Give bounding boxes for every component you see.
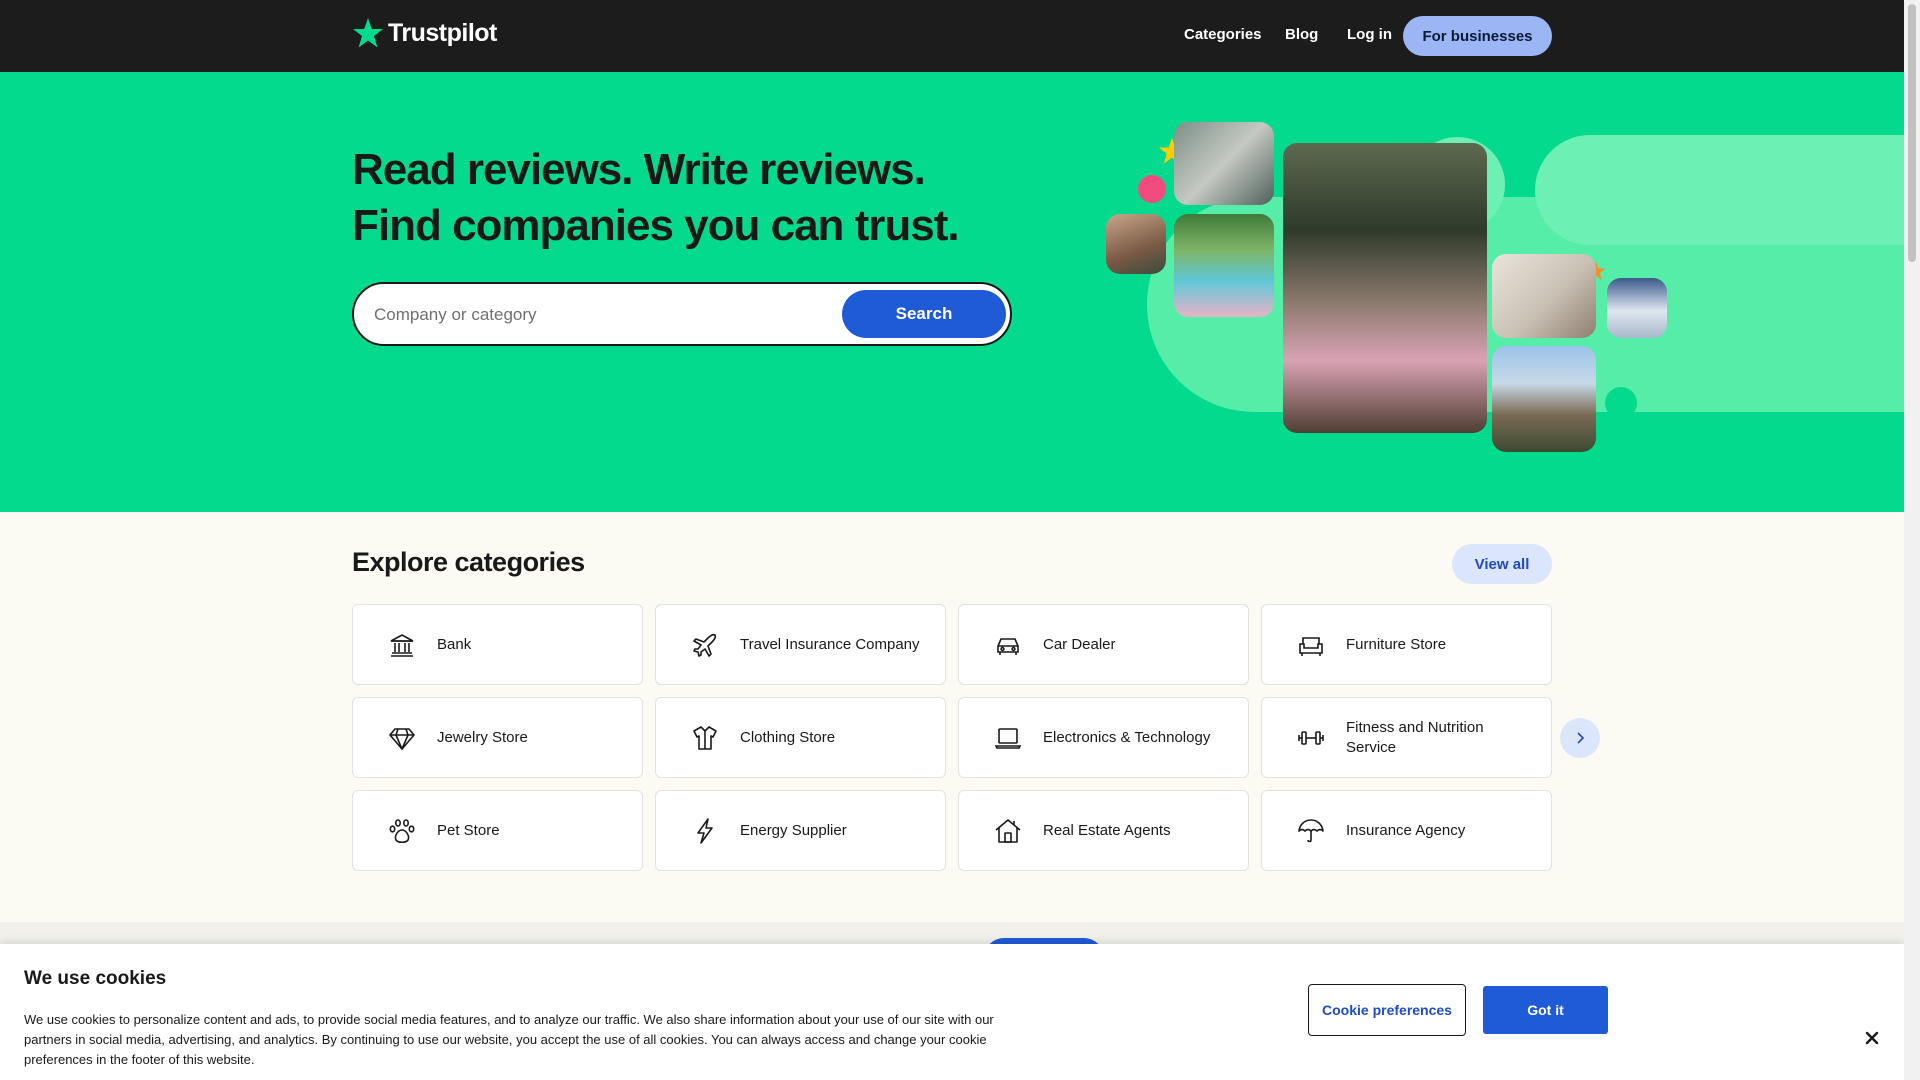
search-input[interactable]: [374, 298, 814, 332]
umbrella-icon: [1296, 816, 1326, 846]
nav-blog-link[interactable]: Blog: [1285, 26, 1318, 43]
nav-login-link[interactable]: Log in: [1347, 26, 1392, 43]
green-dot-decoration: [1605, 387, 1637, 419]
category-card-real-estate[interactable]: Real Estate Agents: [958, 790, 1249, 871]
sofa-icon: [1296, 630, 1326, 660]
star-logo-icon: [353, 18, 383, 48]
nav-categories-link[interactable]: Categories: [1184, 26, 1262, 43]
category-card-pet-store[interactable]: Pet Store: [352, 790, 643, 871]
category-label: Pet Store: [437, 821, 500, 839]
photo-selfie: [1492, 346, 1596, 452]
category-card-travel-insurance[interactable]: Travel Insurance Company: [655, 604, 946, 685]
categories-next-button[interactable]: [1560, 718, 1600, 758]
explore-categories-heading: Explore categories: [352, 547, 585, 577]
chevron-right-icon: [1577, 732, 1585, 744]
photo-family: [1106, 214, 1166, 274]
category-label: Insurance Agency: [1346, 821, 1466, 839]
airplane-icon: [690, 630, 720, 660]
scrollbar-thumb[interactable]: [1908, 4, 1916, 262]
search-button[interactable]: Search: [842, 290, 1006, 338]
hero-heading: Read reviews. Write reviews. Find compan…: [352, 142, 960, 254]
categories-grid: Bank Travel Insurance Company Car Dealer…: [352, 604, 1552, 871]
house-icon: [993, 816, 1023, 846]
category-card-furniture-store[interactable]: Furniture Store: [1261, 604, 1552, 685]
category-label: Energy Supplier: [740, 821, 847, 839]
page-scrollbar[interactable]: [1904, 0, 1920, 1080]
close-icon[interactable]: [1862, 1028, 1882, 1048]
dumbbell-icon: [1296, 723, 1326, 753]
got-it-button[interactable]: Got it: [1483, 986, 1608, 1034]
category-label: Furniture Store: [1346, 635, 1447, 653]
category-card-insurance-agency[interactable]: Insurance Agency: [1261, 790, 1552, 871]
hero-heading-line1: Read reviews. Write reviews.: [352, 145, 926, 194]
hero-illustration: [1100, 117, 1904, 457]
for-businesses-button[interactable]: For businesses: [1403, 16, 1552, 56]
search-bar: Search: [352, 282, 1012, 346]
category-label: Car Dealer: [1043, 635, 1116, 653]
paw-icon: [387, 816, 417, 846]
category-card-electronics[interactable]: Electronics & Technology: [958, 697, 1249, 778]
category-card-clothing-store[interactable]: Clothing Store: [655, 697, 946, 778]
category-label: Travel Insurance Company: [740, 635, 920, 653]
top-navigation-bar: Trustpilot Categories Blog Log in For bu…: [0, 0, 1904, 72]
car-icon: [993, 630, 1023, 660]
cookie-text: We use cookies to personalize content an…: [24, 1012, 994, 1067]
trustpilot-logo[interactable]: Trustpilot: [352, 17, 497, 49]
category-label: Bank: [437, 635, 472, 653]
pink-dot-decoration: [1138, 175, 1166, 203]
category-label: Real Estate Agents: [1043, 821, 1171, 839]
category-card-fitness[interactable]: Fitness and Nutrition Service: [1261, 697, 1552, 778]
photo-living-room: [1492, 254, 1596, 338]
cookie-banner: We use cookies We use cookies to persona…: [0, 944, 1904, 1080]
cookie-preferences-button[interactable]: Cookie preferences: [1308, 984, 1466, 1036]
category-card-car-dealer[interactable]: Car Dealer: [958, 604, 1249, 685]
decorative-blob: [1535, 135, 1904, 245]
photo-flower-market: [1283, 143, 1487, 433]
laptop-icon: [993, 723, 1023, 753]
category-card-bank[interactable]: Bank: [352, 604, 643, 685]
category-label: Jewelry Store: [437, 728, 528, 746]
cookie-title: We use cookies: [24, 968, 167, 989]
logo-text: Trustpilot: [388, 18, 497, 47]
category-card-energy-supplier[interactable]: Energy Supplier: [655, 790, 946, 871]
category-label: Clothing Store: [740, 728, 836, 746]
bank-icon: [387, 630, 417, 660]
hero-section: Read reviews. Write reviews. Find compan…: [0, 72, 1904, 512]
photo-office: [1174, 122, 1274, 205]
view-all-button[interactable]: View all: [1452, 544, 1552, 584]
category-label: Fitness and Nutrition Service: [1346, 718, 1484, 756]
diamond-icon: [387, 723, 417, 753]
shirt-icon: [690, 723, 720, 753]
category-card-jewelry-store[interactable]: Jewelry Store: [352, 697, 643, 778]
hero-heading-line2: Find companies you can trust.: [352, 201, 960, 250]
photo-pool: [1174, 214, 1274, 317]
category-label: Electronics & Technology: [1043, 728, 1211, 746]
lightning-icon: [690, 816, 720, 846]
photo-mountains: [1607, 278, 1667, 338]
